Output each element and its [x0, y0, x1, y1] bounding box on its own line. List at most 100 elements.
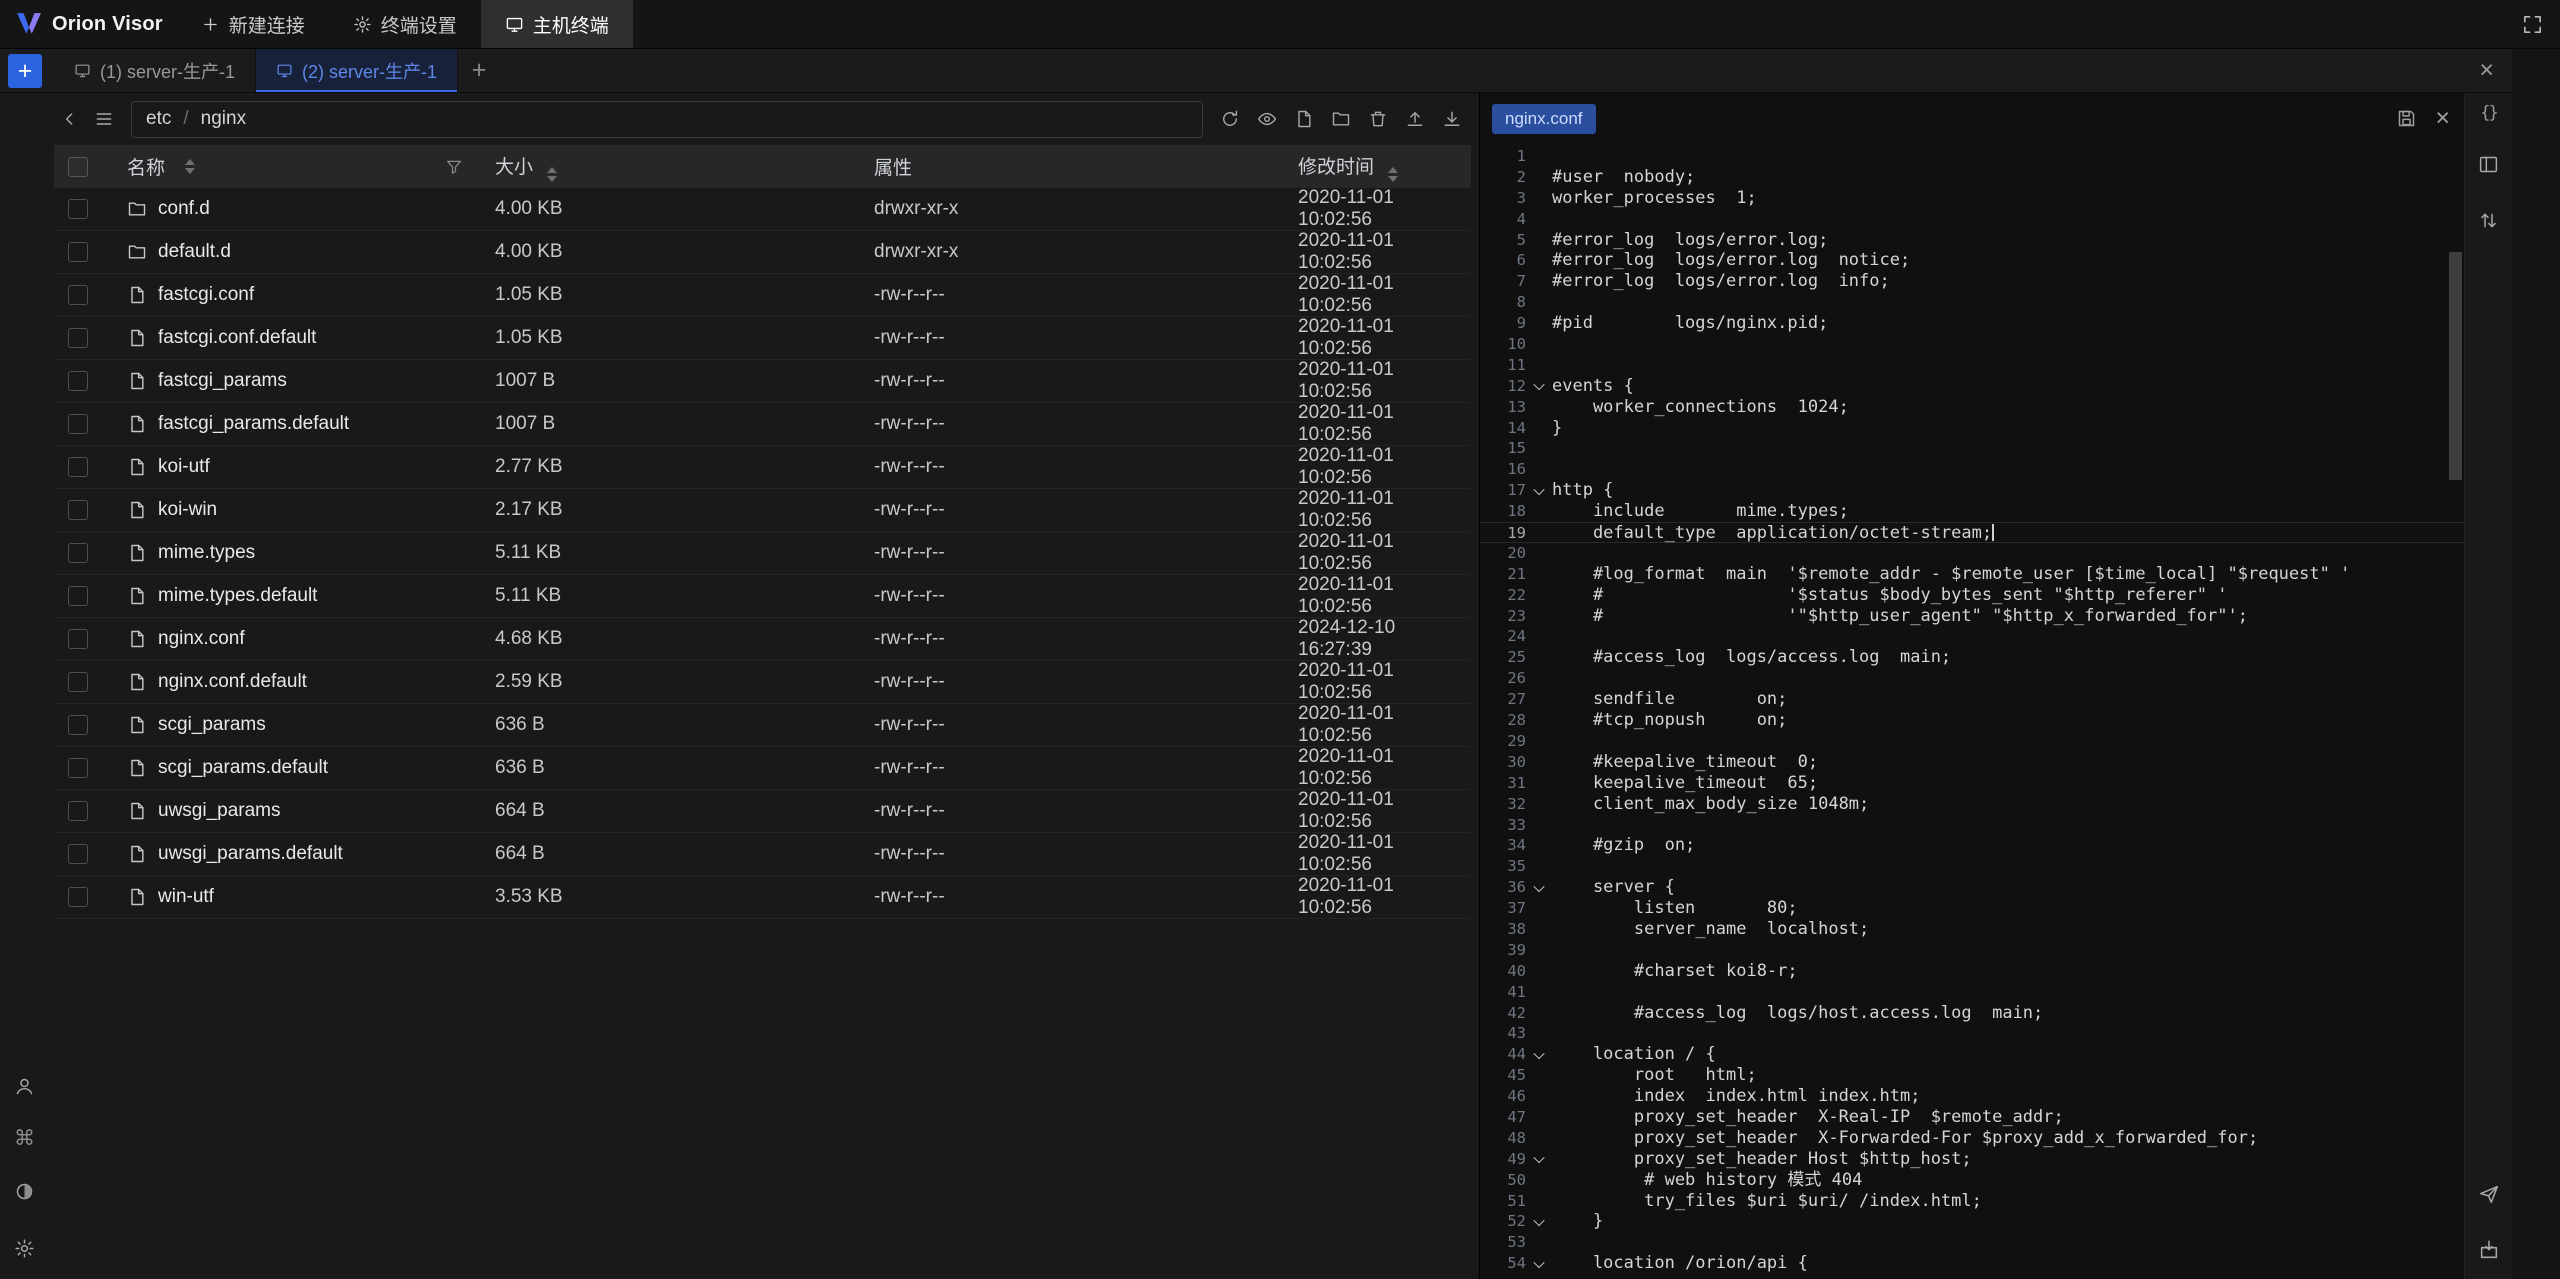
table-row[interactable]: fastcgi_params.default1007 B-rw-r--r--20…: [54, 403, 1471, 446]
file-name[interactable]: koi-utf: [158, 456, 210, 478]
row-checkbox[interactable]: [68, 285, 88, 305]
code-line[interactable]: 16: [1480, 459, 2464, 480]
open-file-tag[interactable]: nginx.conf: [1492, 104, 1596, 134]
file-name[interactable]: mime.types.default: [158, 585, 317, 607]
table-row[interactable]: scgi_params636 B-rw-r--r--2020-11-01 10:…: [54, 704, 1471, 747]
code-line[interactable]: 33: [1480, 815, 2464, 836]
nav-item-host-terminal[interactable]: 主机终端: [481, 0, 633, 48]
code-line[interactable]: 51 try_files $uri $uri/ /index.html;: [1480, 1191, 2464, 1212]
code-line[interactable]: 11: [1480, 355, 2464, 376]
code-line[interactable]: 30 #keepalive_timeout 0;: [1480, 752, 2464, 773]
filter-funnel-icon[interactable]: [445, 158, 463, 176]
back-icon[interactable]: [53, 102, 87, 136]
row-checkbox[interactable]: [68, 328, 88, 348]
transfer-manager-icon[interactable]: [2474, 1235, 2504, 1265]
code-editor[interactable]: 12#user nobody;3worker_processes 1;45#er…: [1480, 144, 2464, 1279]
row-checkbox[interactable]: [68, 586, 88, 606]
column-name[interactable]: 名称: [127, 153, 165, 180]
code-line[interactable]: 2#user nobody;: [1480, 167, 2464, 188]
table-row[interactable]: koi-utf2.77 KB-rw-r--r--2020-11-01 10:02…: [54, 446, 1471, 489]
row-checkbox[interactable]: [68, 672, 88, 692]
row-checkbox[interactable]: [68, 500, 88, 520]
save-file-icon[interactable]: [2396, 108, 2417, 129]
row-checkbox[interactable]: [68, 844, 88, 864]
row-checkbox[interactable]: [68, 715, 88, 735]
code-line[interactable]: 43: [1480, 1023, 2464, 1044]
table-row[interactable]: default.d4.00 KBdrwxr-xr-x2020-11-01 10:…: [54, 231, 1471, 274]
file-name[interactable]: uwsgi_params: [158, 800, 281, 822]
file-name[interactable]: scgi_params: [158, 714, 266, 736]
code-line[interactable]: 38 server_name localhost;: [1480, 919, 2464, 940]
code-line[interactable]: 35: [1480, 856, 2464, 877]
nav-item-terminal-settings[interactable]: 终端设置: [329, 0, 481, 48]
file-name[interactable]: mime.types: [158, 542, 255, 564]
row-checkbox[interactable]: [68, 629, 88, 649]
code-line[interactable]: 20: [1480, 543, 2464, 564]
sort-size-icon[interactable]: [547, 167, 557, 182]
code-line[interactable]: 32 client_max_body_size 1048m;: [1480, 794, 2464, 815]
breadcrumb-segment[interactable]: nginx: [201, 108, 246, 130]
code-line[interactable]: 4: [1480, 209, 2464, 230]
shortcut-command-icon[interactable]: ⌘: [14, 1128, 35, 1149]
file-name[interactable]: fastcgi.conf: [158, 284, 254, 306]
file-name[interactable]: fastcgi_params.default: [158, 413, 349, 435]
column-mtime[interactable]: 修改时间: [1298, 157, 1374, 178]
code-line[interactable]: 8: [1480, 292, 2464, 313]
user-icon[interactable]: [10, 1071, 40, 1101]
fold-chevron-icon[interactable]: [1533, 881, 1544, 892]
code-line[interactable]: 45 root html;: [1480, 1065, 2464, 1086]
code-line[interactable]: 49 proxy_set_header Host $http_host;: [1480, 1149, 2464, 1170]
table-row[interactable]: fastcgi.conf.default1.05 KB-rw-r--r--202…: [54, 317, 1471, 360]
code-line[interactable]: 54 location /orion/api {: [1480, 1253, 2464, 1274]
file-name[interactable]: conf.d: [158, 198, 210, 220]
directory-list-icon[interactable]: [87, 102, 121, 136]
file-name[interactable]: nginx.conf: [158, 628, 245, 650]
code-line[interactable]: 48 proxy_set_header X-Forwarded-For $pro…: [1480, 1128, 2464, 1149]
table-row[interactable]: conf.d4.00 KBdrwxr-xr-x2020-11-01 10:02:…: [54, 188, 1471, 231]
code-line[interactable]: 28 #tcp_nopush on;: [1480, 710, 2464, 731]
add-tab-button[interactable]: +: [8, 54, 42, 88]
code-line[interactable]: 13 worker_connections 1024;: [1480, 397, 2464, 418]
code-line[interactable]: 50 # web history 模式 404: [1480, 1170, 2464, 1191]
table-row[interactable]: fastcgi_params1007 B-rw-r--r--2020-11-01…: [54, 360, 1471, 403]
file-name[interactable]: fastcgi.conf.default: [158, 327, 316, 349]
row-checkbox[interactable]: [68, 414, 88, 434]
code-line[interactable]: 25 #access_log logs/access.log main;: [1480, 647, 2464, 668]
new-folder-icon[interactable]: [1324, 102, 1358, 136]
code-line[interactable]: 26: [1480, 668, 2464, 689]
sftp-panel-toggle-icon[interactable]: [2474, 149, 2504, 179]
file-name[interactable]: nginx.conf.default: [158, 671, 307, 693]
fold-chevron-icon[interactable]: [1533, 1257, 1544, 1268]
code-line[interactable]: 42 #access_log logs/host.access.log main…: [1480, 1003, 2464, 1024]
tab-server-1[interactable]: (1) server-生产-1: [54, 49, 256, 92]
select-all-checkbox[interactable]: [68, 157, 88, 177]
code-line[interactable]: 27 sendfile on;: [1480, 689, 2464, 710]
table-row[interactable]: mime.types.default5.11 KB-rw-r--r--2020-…: [54, 575, 1471, 618]
send-command-icon[interactable]: [2474, 1179, 2504, 1209]
code-line[interactable]: 12events {: [1480, 376, 2464, 397]
fold-chevron-icon[interactable]: [1533, 1048, 1544, 1059]
row-checkbox[interactable]: [68, 199, 88, 219]
code-line[interactable]: 6#error_log logs/error.log notice;: [1480, 250, 2464, 271]
fold-chevron-icon[interactable]: [1533, 1152, 1544, 1163]
code-line[interactable]: 22 # '$status $body_bytes_sent "$http_re…: [1480, 585, 2464, 606]
code-line[interactable]: 15: [1480, 438, 2464, 459]
code-line[interactable]: 53: [1480, 1232, 2464, 1253]
table-row[interactable]: win-utf3.53 KB-rw-r--r--2020-11-01 10:02…: [54, 876, 1471, 919]
tab-server-2[interactable]: (2) server-生产-1: [256, 49, 458, 92]
transfer-sort-icon[interactable]: [2474, 205, 2504, 235]
row-checkbox[interactable]: [68, 242, 88, 262]
code-line[interactable]: 40 #charset koi8-r;: [1480, 961, 2464, 982]
sort-mtime-icon[interactable]: [1388, 167, 1398, 182]
column-size[interactable]: 大小: [495, 157, 533, 178]
close-editor-icon[interactable]: ×: [2435, 106, 2450, 131]
code-line[interactable]: 37 listen 80;: [1480, 898, 2464, 919]
delete-trash-icon[interactable]: [1361, 102, 1395, 136]
code-line[interactable]: 29: [1480, 731, 2464, 752]
fullscreen-icon[interactable]: [2521, 13, 2544, 36]
theme-icon[interactable]: [10, 1176, 40, 1206]
fold-chevron-icon[interactable]: [1533, 1215, 1544, 1226]
snippets-braces-icon[interactable]: {}: [2480, 103, 2496, 123]
file-name[interactable]: uwsgi_params.default: [158, 843, 343, 865]
breadcrumb-segment[interactable]: etc: [146, 108, 171, 130]
